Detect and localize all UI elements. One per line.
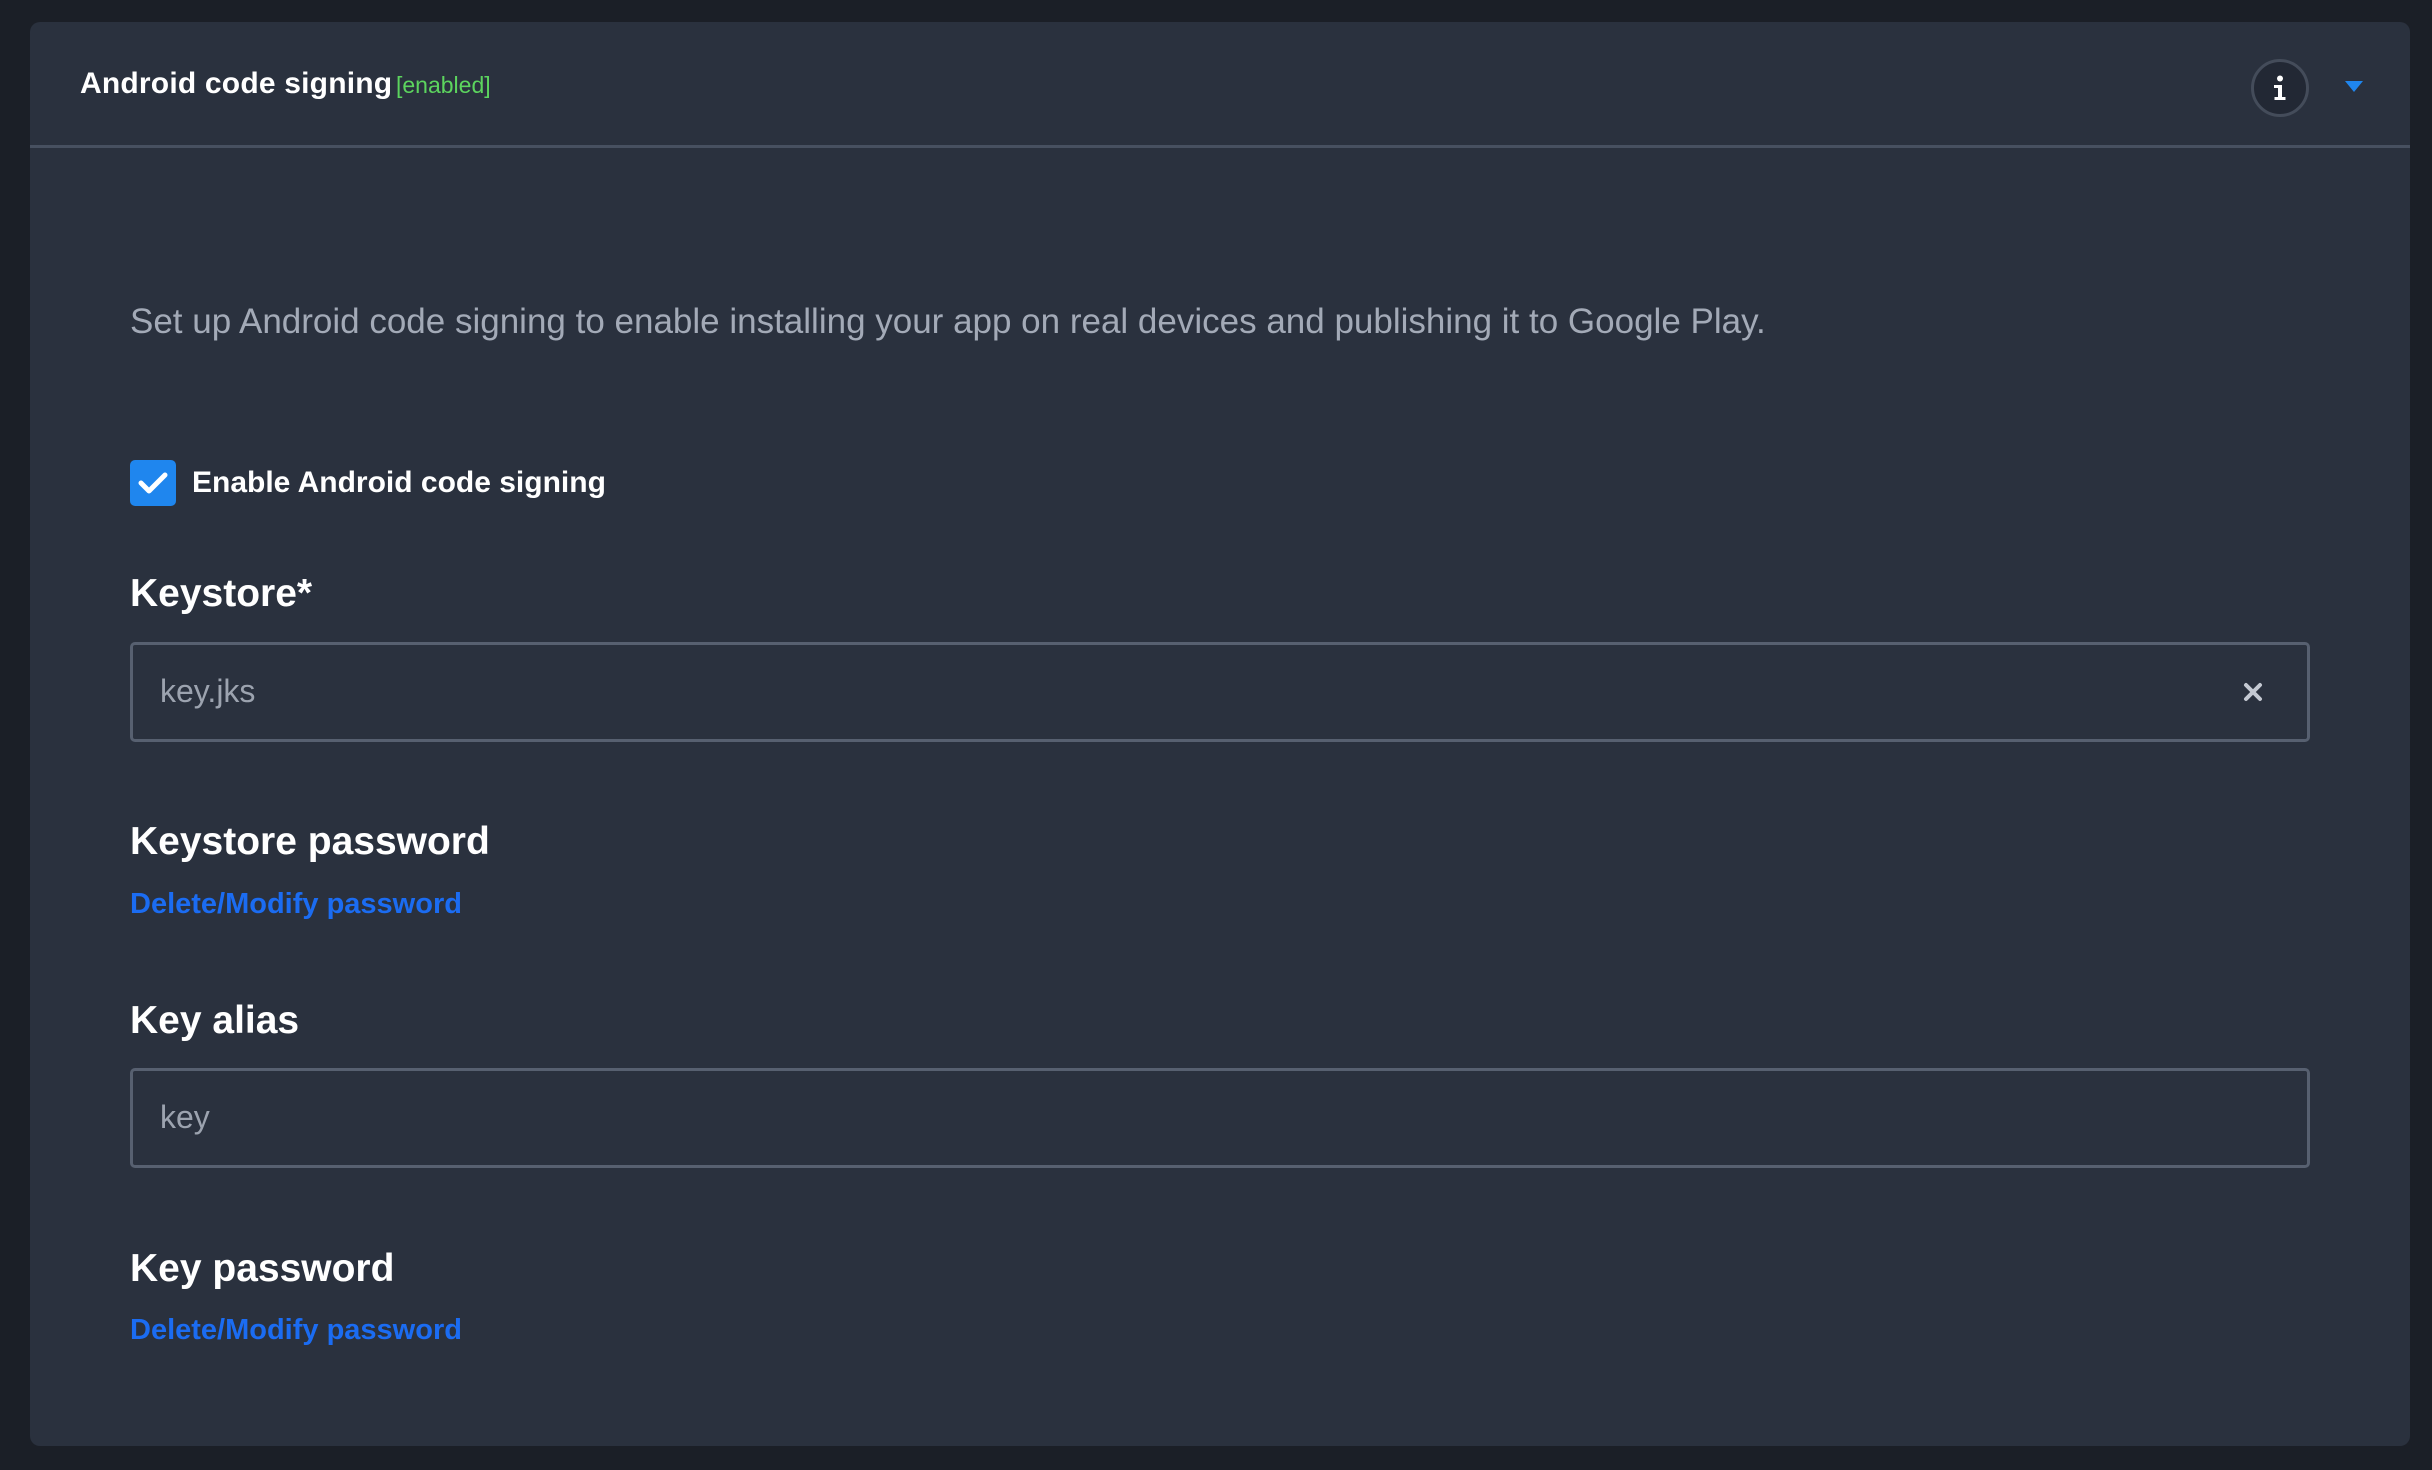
panel-description: Set up Android code signing to enable in… xyxy=(130,302,1766,341)
keystore-password-link[interactable]: Delete/Modify password xyxy=(130,888,462,921)
status-badge: [enabled] xyxy=(396,72,491,98)
info-icon[interactable] xyxy=(2251,59,2309,117)
close-icon[interactable] xyxy=(2239,678,2267,706)
enable-code-signing-row[interactable]: Enable Android code signing xyxy=(130,460,606,506)
key-alias-field[interactable]: key xyxy=(130,1068,2310,1168)
keystore-field[interactable]: key.jks xyxy=(130,642,2310,742)
key-password-link[interactable]: Delete/Modify password xyxy=(130,1314,462,1347)
key-alias-label: Key alias xyxy=(130,999,300,1042)
panel-header[interactable]: Android code signing [enabled] xyxy=(30,22,2410,148)
keystore-password-label: Keystore password xyxy=(130,820,490,863)
enable-code-signing-checkbox[interactable] xyxy=(130,460,176,506)
keystore-label: Keystore* xyxy=(130,572,313,615)
panel-title: Android code signing xyxy=(80,67,393,100)
keystore-value: key.jks xyxy=(160,673,256,709)
key-password-label: Key password xyxy=(130,1247,395,1290)
android-code-signing-panel: Android code signing [enabled] Set up An… xyxy=(30,22,2410,1446)
enable-code-signing-label: Enable Android code signing xyxy=(192,466,606,499)
check-icon xyxy=(138,472,168,494)
chevron-down-icon[interactable] xyxy=(2334,74,2374,98)
key-alias-value: key xyxy=(160,1099,210,1135)
